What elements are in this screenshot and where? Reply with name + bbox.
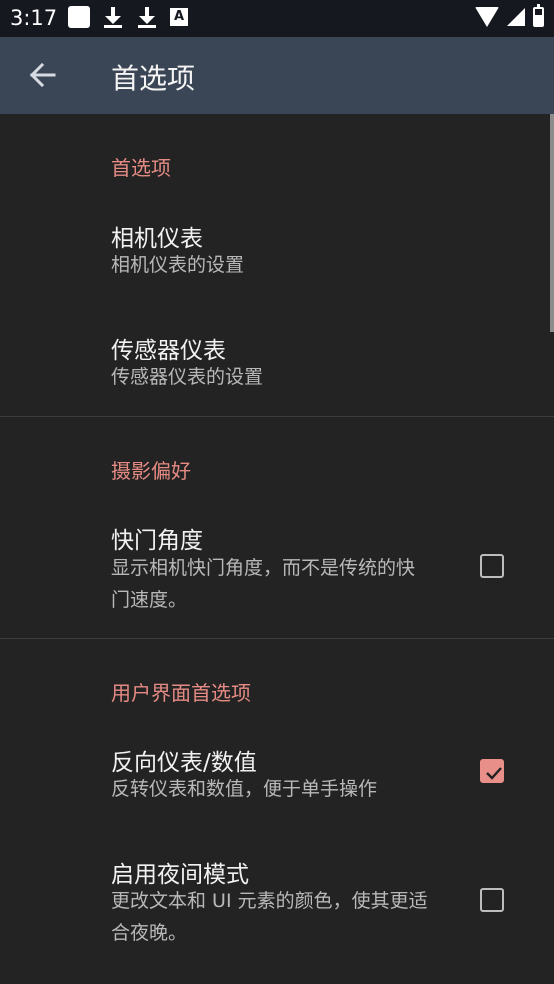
arrow-left-icon[interactable] [20, 55, 64, 95]
download-icon [136, 6, 158, 28]
battery-icon [533, 4, 544, 27]
square-notification-icon [68, 6, 90, 28]
night-mode-checkbox[interactable] [480, 888, 504, 912]
a-notification-icon: A [170, 8, 188, 26]
pref-summary: 传感器仪表的设置 [111, 366, 264, 388]
notification-icons: A [68, 6, 188, 28]
pref-summary: 更改文本和 UI 元素的颜色，使其更适合夜晚。 [111, 890, 428, 944]
signal-icon [507, 8, 525, 26]
section-divider [0, 416, 554, 417]
system-icons [475, 4, 544, 27]
shutter-angle-checkbox[interactable] [480, 554, 504, 578]
section-divider [0, 638, 554, 639]
pref-title: 反向仪表/数值 [111, 750, 257, 776]
pref-summary: 反转仪表和数值，便于单手操作 [111, 778, 378, 800]
category-header-photography: 摄影偏好 [111, 459, 191, 483]
app-bar: 首选项 [0, 37, 554, 114]
scrollbar[interactable] [550, 114, 554, 332]
status-bar: 3:17 A [0, 0, 554, 37]
category-header-preferences: 首选项 [111, 156, 171, 180]
page-title: 首选项 [111, 62, 196, 95]
pref-title: 快门角度 [111, 528, 203, 554]
pref-title: 相机仪表 [111, 226, 203, 252]
pref-title: 启用夜间模式 [111, 862, 249, 888]
pref-title: 传感器仪表 [111, 338, 226, 364]
pref-summary: 相机仪表的设置 [111, 254, 245, 276]
pref-summary: 显示相机快门角度，而不是传统的快门速度。 [111, 557, 416, 611]
check-icon [486, 767, 502, 780]
status-time: 3:17 [10, 6, 58, 30]
reverse-meters-checkbox[interactable] [480, 759, 504, 783]
download-icon [102, 6, 124, 28]
wifi-icon [475, 7, 499, 27]
category-header-ui-preferences: 用户界面首选项 [111, 681, 251, 705]
